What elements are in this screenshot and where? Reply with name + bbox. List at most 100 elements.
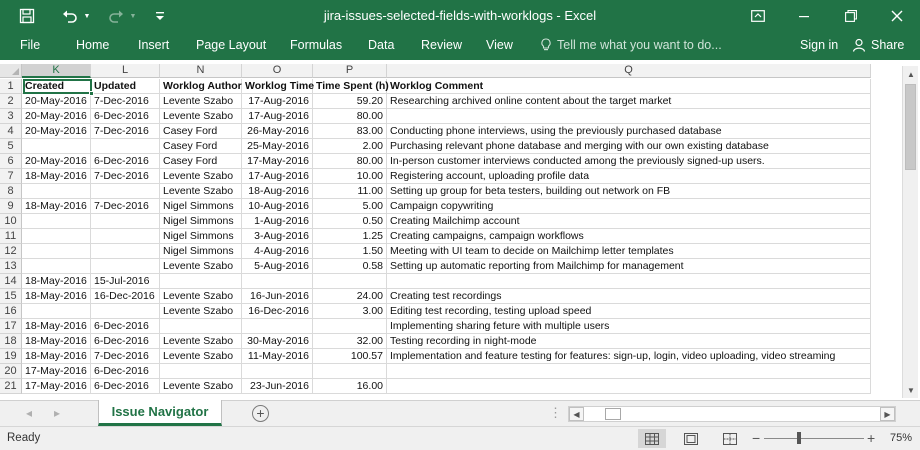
- table-cell[interactable]: 1-Aug-2016: [242, 214, 313, 229]
- table-cell[interactable]: 6-Dec-2016: [91, 154, 160, 169]
- column-header-n[interactable]: N: [160, 64, 242, 78]
- table-cell[interactable]: [242, 364, 313, 379]
- table-cell[interactable]: 17-Aug-2016: [242, 109, 313, 124]
- vertical-scroll-thumb[interactable]: [905, 84, 916, 170]
- table-cell[interactable]: Levente Szabo: [160, 349, 242, 364]
- table-cell[interactable]: Levente Szabo: [160, 109, 242, 124]
- table-cell[interactable]: [22, 214, 91, 229]
- add-sheet-icon[interactable]: +: [252, 405, 269, 422]
- row-header[interactable]: 7: [0, 169, 22, 184]
- table-cell[interactable]: [160, 319, 242, 334]
- table-cell[interactable]: 0.58: [313, 259, 387, 274]
- table-cell[interactable]: Levente Szabo: [160, 184, 242, 199]
- table-cell[interactable]: Editing test recording, testing upload s…: [387, 304, 871, 319]
- table-cell[interactable]: Nigel Simmons: [160, 244, 242, 259]
- table-cell[interactable]: Casey Ford: [160, 154, 242, 169]
- header-cell[interactable]: Worklog Comment: [387, 79, 871, 94]
- table-cell[interactable]: [22, 184, 91, 199]
- table-cell[interactable]: Levente Szabo: [160, 259, 242, 274]
- table-cell[interactable]: 20-May-2016: [22, 154, 91, 169]
- table-cell[interactable]: [91, 259, 160, 274]
- horizontal-scrollbar[interactable]: ◀ ▶: [568, 406, 896, 422]
- row-header[interactable]: 14: [0, 274, 22, 289]
- table-cell[interactable]: 7-Dec-2016: [91, 349, 160, 364]
- next-sheet-icon[interactable]: ▸: [54, 406, 60, 420]
- table-cell[interactable]: 59.20: [313, 94, 387, 109]
- table-cell[interactable]: 100.57: [313, 349, 387, 364]
- table-cell[interactable]: 80.00: [313, 109, 387, 124]
- table-cell[interactable]: 7-Dec-2016: [91, 94, 160, 109]
- table-cell[interactable]: 18-May-2016: [22, 289, 91, 304]
- table-cell[interactable]: 17-May-2016: [22, 379, 91, 394]
- table-cell[interactable]: [22, 304, 91, 319]
- table-cell[interactable]: Implementing sharing feture with multipl…: [387, 319, 871, 334]
- row-header[interactable]: 16: [0, 304, 22, 319]
- table-cell[interactable]: Nigel Simmons: [160, 199, 242, 214]
- table-cell[interactable]: [242, 274, 313, 289]
- table-cell[interactable]: 20-May-2016: [22, 94, 91, 109]
- table-cell[interactable]: 10-Aug-2016: [242, 199, 313, 214]
- sign-in-link[interactable]: Sign in: [800, 38, 838, 52]
- scroll-right-icon[interactable]: ▶: [880, 407, 895, 421]
- table-cell[interactable]: Casey Ford: [160, 124, 242, 139]
- table-cell[interactable]: Levente Szabo: [160, 334, 242, 349]
- page-break-view-icon[interactable]: [716, 429, 744, 448]
- table-cell[interactable]: 7-Dec-2016: [91, 169, 160, 184]
- page-layout-view-icon[interactable]: [677, 429, 705, 448]
- table-cell[interactable]: 25-May-2016: [242, 139, 313, 154]
- fill-handle[interactable]: [89, 91, 94, 96]
- table-cell[interactable]: Purchasing relevant phone database and m…: [387, 139, 871, 154]
- table-cell[interactable]: [242, 319, 313, 334]
- horizontal-scroll-thumb[interactable]: [605, 408, 621, 420]
- table-cell[interactable]: [22, 244, 91, 259]
- zoom-slider-thumb[interactable]: [797, 432, 801, 444]
- table-cell[interactable]: 16.00: [313, 379, 387, 394]
- table-cell[interactable]: Casey Ford: [160, 139, 242, 154]
- row-header[interactable]: 5: [0, 139, 22, 154]
- zoom-slider-track[interactable]: [764, 438, 864, 439]
- row-header[interactable]: 4: [0, 124, 22, 139]
- table-cell[interactable]: Setting up group for beta testers, build…: [387, 184, 871, 199]
- tab-split-handle-icon[interactable]: ⋮: [549, 405, 562, 421]
- table-cell[interactable]: 20-May-2016: [22, 109, 91, 124]
- table-cell[interactable]: 2.00: [313, 139, 387, 154]
- column-header-k[interactable]: K: [22, 64, 91, 78]
- table-cell[interactable]: [91, 139, 160, 154]
- table-cell[interactable]: 11-May-2016: [242, 349, 313, 364]
- row-header[interactable]: 17: [0, 319, 22, 334]
- table-cell[interactable]: Testing recording in night-mode: [387, 334, 871, 349]
- table-cell[interactable]: [91, 184, 160, 199]
- table-cell[interactable]: 6-Dec-2016: [91, 379, 160, 394]
- table-cell[interactable]: 18-Aug-2016: [242, 184, 313, 199]
- table-cell[interactable]: [313, 364, 387, 379]
- table-cell[interactable]: 16-Dec-2016: [91, 289, 160, 304]
- table-cell[interactable]: 17-Aug-2016: [242, 94, 313, 109]
- column-header-l[interactable]: L: [91, 64, 160, 78]
- table-cell[interactable]: Implementation and feature testing for f…: [387, 349, 871, 364]
- restore-icon[interactable]: [828, 0, 874, 32]
- table-cell[interactable]: 5-Aug-2016: [242, 259, 313, 274]
- table-cell[interactable]: [160, 274, 242, 289]
- table-cell[interactable]: [387, 274, 871, 289]
- table-cell[interactable]: Registering account, uploading profile d…: [387, 169, 871, 184]
- table-cell[interactable]: Levente Szabo: [160, 289, 242, 304]
- vertical-scrollbar[interactable]: ▲ ▼: [902, 66, 918, 398]
- scroll-up-icon[interactable]: ▲: [903, 66, 919, 82]
- table-cell[interactable]: 15-Jul-2016: [91, 274, 160, 289]
- tab-home[interactable]: Home: [76, 38, 109, 52]
- prev-sheet-icon[interactable]: ◂: [26, 406, 32, 420]
- table-cell[interactable]: 5.00: [313, 199, 387, 214]
- table-cell[interactable]: [91, 244, 160, 259]
- row-header[interactable]: 21: [0, 379, 22, 394]
- header-cell[interactable]: Updated: [91, 79, 160, 94]
- table-cell[interactable]: 11.00: [313, 184, 387, 199]
- tab-data[interactable]: Data: [368, 38, 394, 52]
- table-cell[interactable]: 3-Aug-2016: [242, 229, 313, 244]
- worksheet-grid[interactable]: K L N O P Q 1 Created Updated Worklog Author Workl…: [0, 64, 920, 398]
- table-cell[interactable]: [387, 379, 871, 394]
- column-header-o[interactable]: O: [242, 64, 313, 78]
- table-cell[interactable]: 10.00: [313, 169, 387, 184]
- table-cell[interactable]: 16-Jun-2016: [242, 289, 313, 304]
- table-cell[interactable]: [91, 229, 160, 244]
- row-header[interactable]: 11: [0, 229, 22, 244]
